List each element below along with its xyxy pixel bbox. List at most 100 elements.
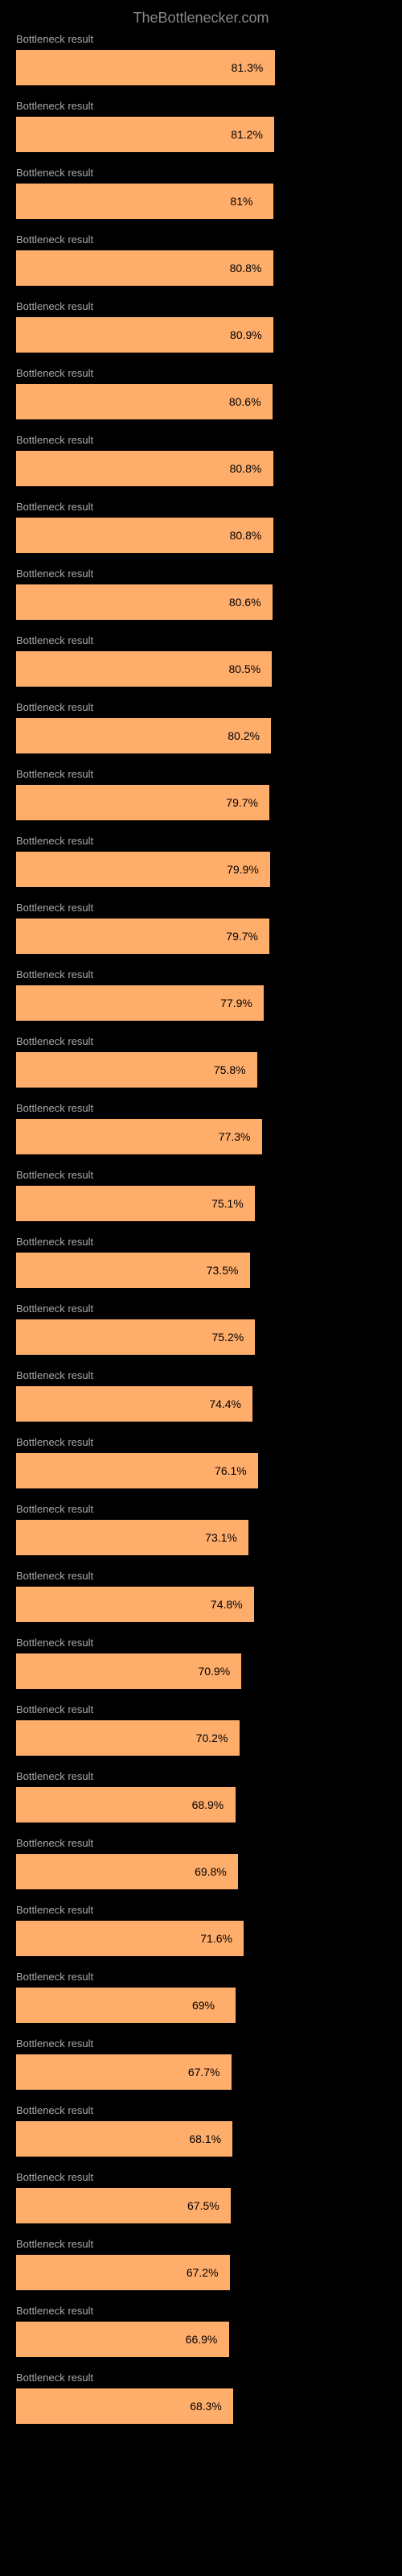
bar-value: 68.9% xyxy=(192,1798,224,1811)
bar-value: 80.9% xyxy=(230,328,262,341)
bar-value: 81% xyxy=(230,195,252,208)
bar-fill: 73.5% xyxy=(16,1253,250,1288)
bar-value: 76.1% xyxy=(215,1464,247,1477)
bar-label: Bottleneck result xyxy=(16,1971,386,1983)
bar-track: 81.2% xyxy=(16,117,386,152)
bar-row: Bottleneck result 73.1% xyxy=(16,1503,386,1555)
bar-label: Bottleneck result xyxy=(16,1703,386,1715)
bar-fill: 74.4% xyxy=(16,1386,252,1422)
bar-label: Bottleneck result xyxy=(16,1236,386,1248)
bar-value: 75.2% xyxy=(211,1331,244,1344)
bar-label: Bottleneck result xyxy=(16,367,386,379)
bar-row: Bottleneck result67.7% xyxy=(16,2037,386,2090)
bar-label: Bottleneck result xyxy=(16,2171,386,2183)
bar-track: 69% xyxy=(16,1988,386,2023)
bar-label: Bottleneck result xyxy=(16,2305,386,2317)
bar-row: Bottleneck result 74.8% xyxy=(16,1570,386,1622)
bar-track: 73.1% xyxy=(16,1520,386,1555)
bar-row: Bottleneck result81.3% xyxy=(16,33,386,85)
bar-value: 66.9% xyxy=(186,2333,218,2346)
bar-track: 77.9% xyxy=(16,985,386,1021)
bar-value: 75.8% xyxy=(214,1063,246,1076)
bar-label: Bottleneck result xyxy=(16,835,386,847)
bar-row: Bottleneck result75.1% xyxy=(16,1169,386,1221)
bar-row: Bottleneck result80.8% xyxy=(16,233,386,286)
bar-label: Bottleneck result xyxy=(16,501,386,513)
bar-fill: 69% xyxy=(16,1988,236,2023)
bar-value: 75.1% xyxy=(211,1197,244,1210)
bar-fill: 79.7% xyxy=(16,919,269,954)
bar-value: 80.2% xyxy=(228,729,260,742)
bar-row: Bottleneck result74.4% xyxy=(16,1369,386,1422)
bar-value: 79.9% xyxy=(227,863,259,876)
bar-fill: 74.8% xyxy=(16,1587,254,1622)
bar-row: Bottleneck result 73.5% xyxy=(16,1236,386,1288)
bar-track: 73.5% xyxy=(16,1253,386,1288)
bar-fill: 80.6% xyxy=(16,584,273,620)
bar-fill: 80.8% xyxy=(16,518,273,553)
bar-value: 80.6% xyxy=(229,596,261,609)
bar-row: Bottleneck result 79.9% xyxy=(16,835,386,887)
bar-row: Bottleneck result 69% xyxy=(16,1971,386,2023)
bar-label: Bottleneck result xyxy=(16,1035,386,1047)
bar-track: 80.5% xyxy=(16,651,386,687)
bar-label: Bottleneck result xyxy=(16,1503,386,1515)
bar-fill: 68.3% xyxy=(16,2388,233,2424)
bar-value: 74.8% xyxy=(211,1598,243,1611)
bar-value: 70.9% xyxy=(198,1665,230,1678)
bar-track: 67.2% xyxy=(16,2255,386,2290)
bar-track: 75.8% xyxy=(16,1052,386,1088)
chart-header: TheBottlenecker.com xyxy=(0,0,402,33)
bar-row: Bottleneck result 80.6% xyxy=(16,568,386,620)
bar-label: Bottleneck result xyxy=(16,701,386,713)
bar-track: 79.7% xyxy=(16,785,386,820)
bar-track: 71.6% xyxy=(16,1921,386,1956)
bar-fill: 80.8% xyxy=(16,250,273,286)
bar-label: Bottleneck result xyxy=(16,1570,386,1582)
bar-label: Bottleneck result xyxy=(16,434,386,446)
bar-row: Bottleneck result 75.8% xyxy=(16,1035,386,1088)
bar-track: 66.9% xyxy=(16,2322,386,2357)
bar-value: 80.5% xyxy=(228,663,260,675)
bar-fill: 75.8% xyxy=(16,1052,257,1088)
bar-label: Bottleneck result xyxy=(16,568,386,580)
bar-row: Bottleneck result 68.3% xyxy=(16,2372,386,2424)
bar-row: Bottleneck result77.3% xyxy=(16,1102,386,1154)
bar-fill: 68.9% xyxy=(16,1787,236,1823)
bar-track: 69.8% xyxy=(16,1854,386,1889)
bar-row: Bottleneck result 80.5% xyxy=(16,634,386,687)
bar-value: 71.6% xyxy=(200,1932,232,1945)
bar-fill: 79.9% xyxy=(16,852,270,887)
bar-row: Bottleneck result69.8% xyxy=(16,1837,386,1889)
bar-track: 74.4% xyxy=(16,1386,386,1422)
bar-fill: 77.9% xyxy=(16,985,264,1021)
bar-fill: 81.2% xyxy=(16,117,274,152)
bar-track: 75.2% xyxy=(16,1319,386,1355)
bar-label: Bottleneck result xyxy=(16,1637,386,1649)
bar-row: Bottleneck result 66.9% xyxy=(16,2305,386,2357)
chart-container: Bottleneck result81.3%Bottleneck result8… xyxy=(0,33,402,2454)
bar-value: 73.1% xyxy=(205,1531,237,1544)
bar-label: Bottleneck result xyxy=(16,634,386,646)
bar-fill: 80.6% xyxy=(16,384,273,419)
bar-row: Bottleneck result 70.9% xyxy=(16,1637,386,1689)
bar-label: Bottleneck result xyxy=(16,100,386,112)
bar-label: Bottleneck result xyxy=(16,2372,386,2384)
bar-row: Bottleneck result75.2% xyxy=(16,1302,386,1355)
bar-row: Bottleneck result80.9% xyxy=(16,300,386,353)
bar-track: 80.8% xyxy=(16,518,386,553)
bar-value: 67.2% xyxy=(187,2266,219,2279)
bar-value: 67.7% xyxy=(188,2066,220,2079)
bar-row: Bottleneck result 67.5% xyxy=(16,2171,386,2223)
bar-fill: 67.5% xyxy=(16,2188,231,2223)
bar-row: Bottleneck result68.1% xyxy=(16,2104,386,2157)
bar-value: 67.5% xyxy=(187,2199,219,2212)
bar-label: Bottleneck result xyxy=(16,2104,386,2116)
bar-value: 77.9% xyxy=(220,997,252,1009)
bar-row: Bottleneck result 76.1% xyxy=(16,1436,386,1488)
bar-fill: 79.7% xyxy=(16,785,269,820)
bar-fill: 80.8% xyxy=(16,451,273,486)
bar-label: Bottleneck result xyxy=(16,1102,386,1114)
bar-row: Bottleneck result79.7% xyxy=(16,902,386,954)
bar-label: Bottleneck result xyxy=(16,1436,386,1448)
